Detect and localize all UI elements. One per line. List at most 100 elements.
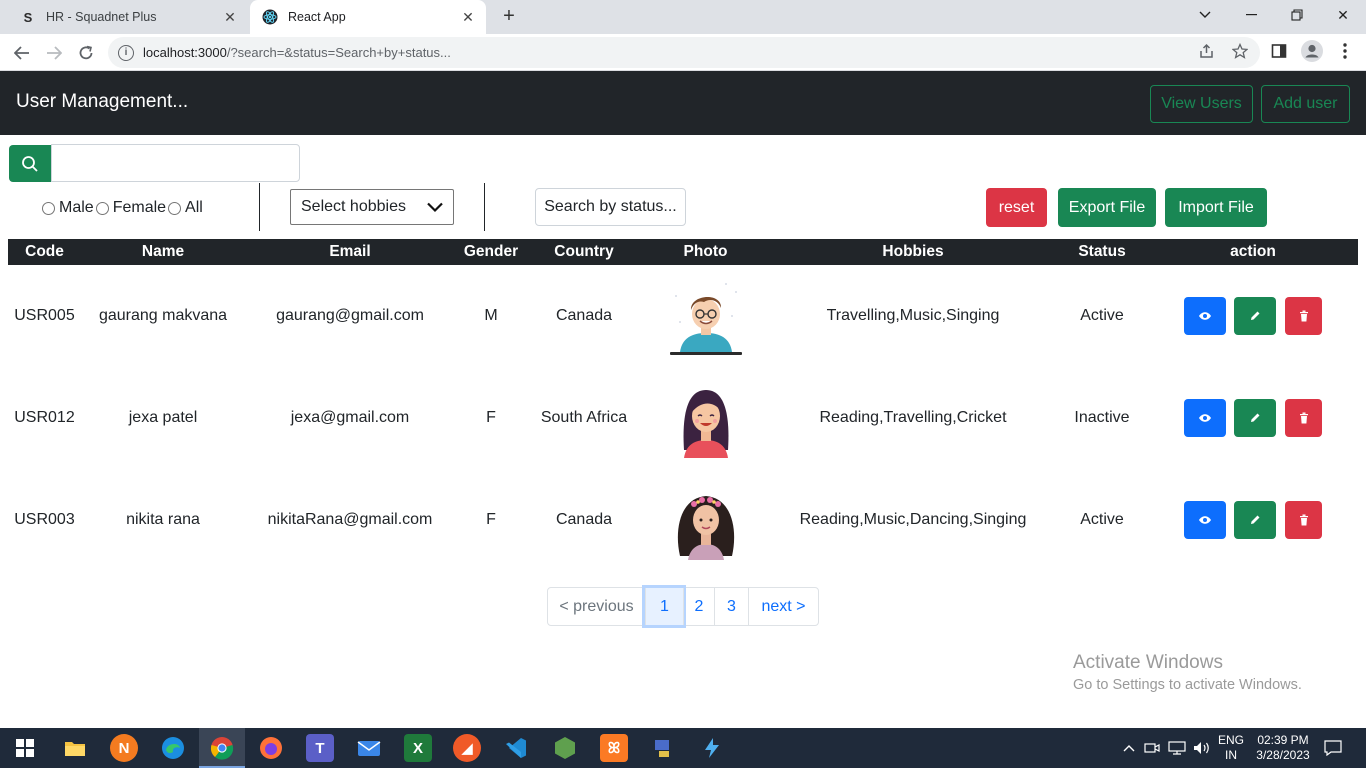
mail-icon[interactable] xyxy=(355,734,383,762)
user-avatar-female xyxy=(683,390,728,458)
notifications-icon[interactable] xyxy=(1320,728,1346,768)
edit-user-button[interactable] xyxy=(1234,399,1276,437)
column-header-name: Name xyxy=(141,243,185,260)
app-n-icon[interactable]: N xyxy=(110,734,138,762)
cell-email: gaurang@gmail.com xyxy=(276,307,424,324)
view-user-button[interactable] xyxy=(1184,399,1226,437)
trash-icon xyxy=(1299,310,1308,322)
export-file-button[interactable]: Export File xyxy=(1058,188,1156,227)
cell-hobbies: Travelling,Music,Singing xyxy=(826,307,1000,324)
delete-user-button[interactable] xyxy=(1285,297,1322,335)
delete-user-button[interactable] xyxy=(1285,501,1322,539)
gender-label-male: Male xyxy=(59,199,94,216)
hobbies-select[interactable]: Select hobbies xyxy=(290,189,454,225)
edit-user-button[interactable] xyxy=(1234,297,1276,335)
windows-start-icon[interactable] xyxy=(11,734,39,762)
page-link-3[interactable]: 3 xyxy=(714,588,748,625)
page-link-1[interactable]: 1 xyxy=(642,585,686,628)
column-header-photo: Photo xyxy=(683,243,728,260)
cell-status: Inactive xyxy=(1074,409,1130,426)
volume-icon[interactable] xyxy=(1191,728,1213,768)
kebab-menu-icon[interactable] xyxy=(1336,42,1354,60)
cell-photo xyxy=(641,265,770,367)
eye-icon xyxy=(1199,414,1211,422)
vscode-icon[interactable] xyxy=(502,734,530,762)
gender-radio-all[interactable] xyxy=(168,201,182,215)
clock[interactable]: 02:39 PM 3/28/2023 xyxy=(1252,728,1314,768)
tab-react-app[interactable]: React App ✕ xyxy=(250,0,486,34)
pencil-icon xyxy=(1251,311,1260,320)
cell-email: jexa@gmail.com xyxy=(290,409,410,426)
cell-code: USR012 xyxy=(14,409,75,426)
search-button[interactable] xyxy=(9,145,51,182)
delete-user-button[interactable] xyxy=(1285,399,1322,437)
cell-photo xyxy=(641,469,770,571)
view-user-button[interactable] xyxy=(1184,297,1226,335)
column-header-hobbies: Hobbies xyxy=(882,243,944,260)
edit-user-button[interactable] xyxy=(1234,501,1276,539)
view-users-button[interactable]: View Users xyxy=(1150,85,1253,123)
restore-icon[interactable] xyxy=(1274,0,1320,30)
reset-button[interactable]: reset xyxy=(986,188,1047,227)
postman-icon[interactable]: ◢ xyxy=(453,734,481,762)
page-link-2[interactable]: 2 xyxy=(683,588,714,625)
close-window-icon[interactable]: ✕ xyxy=(1320,0,1366,30)
gender-radio-female[interactable] xyxy=(95,201,109,215)
status-search-input[interactable]: Search by status... xyxy=(535,188,686,226)
gender-label-female: Female xyxy=(112,199,167,216)
cell-name: jexa patel xyxy=(128,409,198,426)
url-text[interactable]: localhost:3000/?search=&status=Search+by… xyxy=(143,45,1260,60)
new-tab-button[interactable]: + xyxy=(498,6,520,28)
site-info-icon[interactable]: i xyxy=(118,44,134,61)
view-user-button[interactable] xyxy=(1184,501,1226,539)
tab-hr-squadnet[interactable]: S HR - Squadnet Plus ✕ xyxy=(8,0,248,34)
profile-avatar-icon[interactable] xyxy=(1301,40,1323,62)
side-panel-icon[interactable] xyxy=(1270,42,1288,60)
column-header-gender: Gender xyxy=(463,243,519,260)
meet-now-icon[interactable] xyxy=(1143,728,1161,768)
xampp-icon[interactable]: ꕤ xyxy=(600,734,628,762)
teams-icon[interactable]: T xyxy=(306,734,334,762)
trash-icon xyxy=(1299,514,1308,526)
react-favicon-icon xyxy=(262,9,278,25)
network-icon[interactable] xyxy=(1166,728,1188,768)
forward-arrow-icon[interactable] xyxy=(41,40,67,66)
cell-name: nikita rana xyxy=(126,511,200,528)
bookmark-star-icon[interactable] xyxy=(1231,42,1249,60)
file-explorer-icon[interactable] xyxy=(61,734,89,762)
add-user-button[interactable]: Add user xyxy=(1261,85,1350,123)
thunder-app-icon[interactable] xyxy=(698,734,726,762)
language-indicator[interactable]: ENG IN xyxy=(1214,728,1248,768)
close-tab-icon[interactable]: ✕ xyxy=(218,9,242,26)
excel-icon[interactable]: X xyxy=(404,734,432,762)
watermark-subtitle: Go to Settings to activate Windows. xyxy=(1073,677,1302,693)
gender-radio-male[interactable] xyxy=(42,201,55,215)
minimize-icon[interactable] xyxy=(1228,0,1274,30)
cell-status: Active xyxy=(1080,307,1124,324)
table-row: USR005 gaurang makvana gaurang@gmail.com… xyxy=(8,265,1358,367)
share-icon[interactable] xyxy=(1198,42,1216,60)
reload-icon[interactable] xyxy=(73,40,99,66)
edge-browser-icon[interactable] xyxy=(159,734,187,762)
network-tool-icon[interactable] xyxy=(649,734,677,762)
close-tab-icon[interactable]: ✕ xyxy=(456,9,480,26)
clock-time: 02:39 PM xyxy=(1257,733,1309,747)
app-brand[interactable]: User Management... xyxy=(16,91,188,113)
show-hidden-icons-chevron-icon[interactable] xyxy=(1120,728,1138,768)
search-input[interactable] xyxy=(51,144,300,182)
next-page-link[interactable]: next > xyxy=(748,588,818,625)
pencil-icon xyxy=(1251,515,1260,524)
cell-country: South Africa xyxy=(540,409,628,426)
firefox-icon[interactable] xyxy=(257,734,285,762)
tab-search-chevron-icon[interactable] xyxy=(1182,0,1228,30)
column-header-status: Status xyxy=(1078,243,1126,260)
tab-title: HR - Squadnet Plus xyxy=(46,10,157,24)
nodejs-icon[interactable] xyxy=(551,734,579,762)
chrome-browser-icon[interactable] xyxy=(208,734,236,762)
back-arrow-icon[interactable] xyxy=(9,40,35,66)
previous-page-link[interactable]: < previous xyxy=(548,588,645,625)
omnibox[interactable]: i localhost:3000/?search=&status=Search+… xyxy=(108,37,1260,68)
tab-title: React App xyxy=(288,10,346,24)
import-file-button[interactable]: Import File xyxy=(1165,188,1267,227)
user-avatar-female xyxy=(677,496,734,560)
